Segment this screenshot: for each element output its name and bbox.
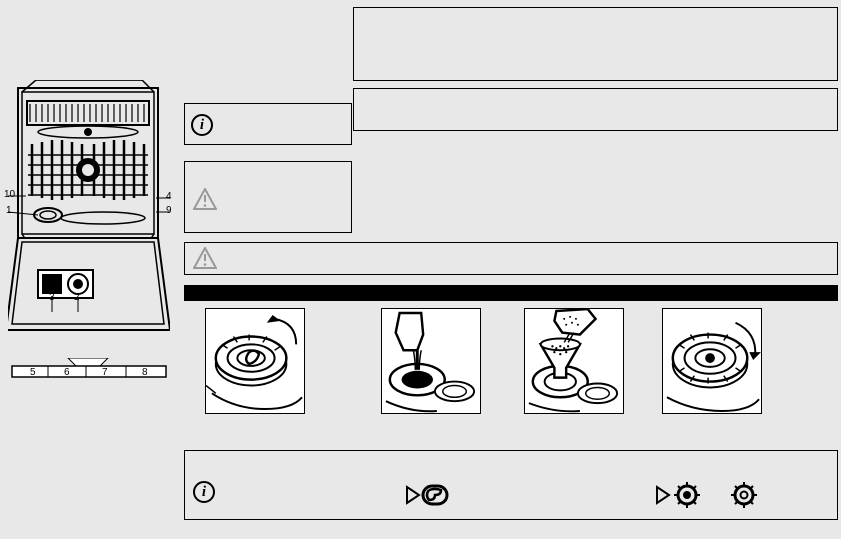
part-label-10: 10	[4, 189, 15, 200]
salt-indicator-group	[405, 483, 449, 512]
footer-info-box: i	[184, 450, 838, 520]
warning-icon	[193, 188, 217, 210]
section-divider-bar	[184, 285, 838, 301]
info-box-1	[353, 7, 838, 81]
info-box-2	[353, 88, 838, 131]
part-label-9: 9	[166, 205, 172, 216]
info-callout-box: i	[184, 103, 352, 145]
part-label-3: 3	[49, 292, 55, 303]
salt-indicator-icon	[405, 483, 449, 507]
rinse-aid-icon-standalone	[730, 481, 758, 514]
part-label-2: 2	[74, 292, 80, 303]
panel-label-5: 5	[30, 367, 36, 378]
warning-bar	[184, 242, 838, 275]
step-2-pour-water	[381, 308, 481, 414]
dishwasher-svg	[8, 80, 170, 340]
part-label-1: 1	[6, 205, 12, 216]
panel-label-7: 7	[102, 367, 108, 378]
right-column: i	[183, 0, 841, 539]
warning-icon	[193, 247, 217, 269]
panel-label-8: 8	[142, 367, 148, 378]
step-3-add-salt	[524, 308, 624, 414]
step-1-unscrew-cap	[205, 308, 305, 414]
rinse-aid-sun-icon	[730, 481, 758, 509]
step-4-screw-cap	[662, 308, 762, 414]
rinse-indicator-group	[655, 481, 701, 514]
left-column: 10 1 4 9 2 3 5 6 7 8	[0, 0, 183, 539]
info-icon: i	[193, 481, 215, 503]
panel-label-6: 6	[64, 367, 70, 378]
dishwasher-illustration: 10 1 4 9 2 3	[8, 80, 170, 340]
rinse-indicator-play-icon	[655, 481, 701, 509]
control-panel-strip: 5 6 7 8	[8, 358, 170, 378]
part-label-4: 4	[166, 191, 172, 202]
warning-callout-box	[184, 161, 352, 233]
info-icon: i	[191, 114, 213, 136]
